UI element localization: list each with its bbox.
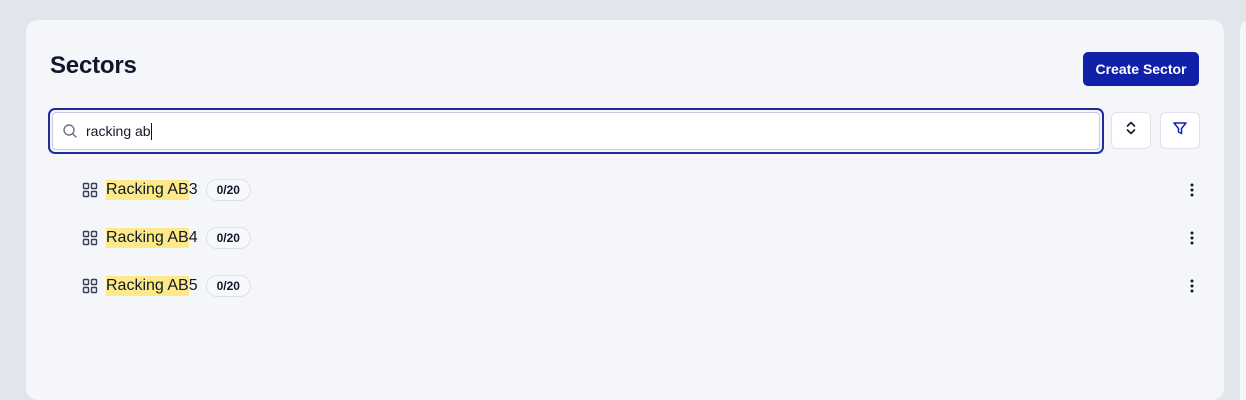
search-icon [62, 123, 78, 139]
grid-icon [82, 230, 98, 246]
grid-icon [82, 182, 98, 198]
text-caret [150, 122, 152, 140]
more-options-icon[interactable] [1182, 176, 1202, 204]
page-title: Sectors [50, 52, 137, 79]
chevron-up-down-icon [1124, 120, 1138, 141]
search-field[interactable]: racking ab [52, 112, 1100, 150]
sector-row[interactable]: Racking AB 4 0/20 [82, 224, 1202, 252]
sector-name-suffix: 4 [188, 229, 198, 246]
grid-icon [82, 278, 98, 294]
more-options-icon[interactable] [1182, 272, 1202, 300]
capacity-badge: 0/20 [205, 227, 251, 249]
sort-button[interactable] [1111, 112, 1151, 149]
adjacent-panel-edge [1240, 20, 1246, 400]
capacity-badge: 0/20 [205, 275, 251, 297]
search-match-highlight: Racking AB [106, 180, 189, 200]
sector-name[interactable]: Racking AB 5 [106, 276, 198, 296]
sector-name-suffix: 3 [188, 181, 198, 198]
sector-row[interactable]: Racking AB 3 0/20 [82, 176, 1202, 204]
search-match-highlight: Racking AB [106, 276, 189, 296]
search-match-highlight: Racking AB [106, 228, 189, 248]
sector-name[interactable]: Racking AB 4 [106, 228, 198, 248]
capacity-badge: 0/20 [205, 179, 251, 201]
filter-button[interactable] [1160, 112, 1200, 149]
more-options-icon[interactable] [1182, 224, 1202, 252]
sectors-panel: Sectors Create Sector racking ab Racking… [26, 20, 1224, 400]
sector-name[interactable]: Racking AB 3 [106, 180, 198, 200]
sector-name-suffix: 5 [188, 277, 198, 294]
sector-row[interactable]: Racking AB 5 0/20 [82, 272, 1202, 300]
funnel-icon [1172, 120, 1188, 141]
search-focus-ring: racking ab [48, 108, 1104, 154]
create-sector-button[interactable]: Create Sector [1083, 52, 1199, 86]
search-input[interactable]: racking ab [86, 123, 151, 139]
